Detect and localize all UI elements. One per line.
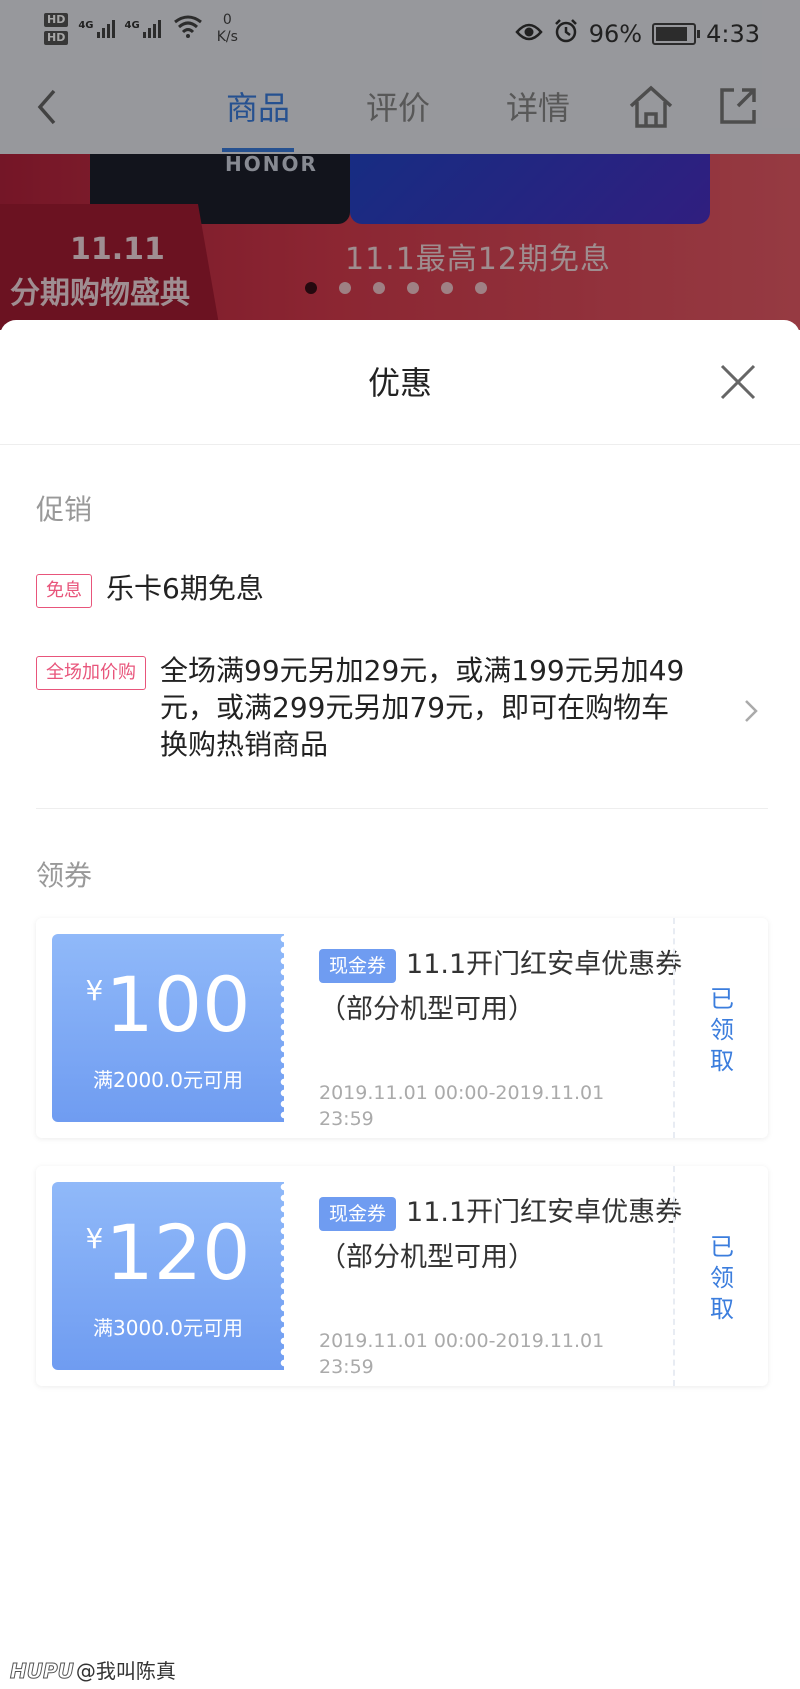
background-page: HD HD 4G 4G 0 K/s 96% 4:33 商品 评价 详情 HONO…: [0, 0, 800, 330]
promo-section-title: 促销: [36, 493, 93, 526]
claim-status: 已领取: [710, 985, 734, 1075]
dim-overlay[interactable]: [0, 0, 800, 330]
coupon-card: ¥120 满3000.0元可用 现金券 11.1开门红安卓优惠券（部分机型可用） …: [36, 1166, 768, 1386]
sheet-title: 优惠: [367, 364, 432, 402]
watermark-user: @我叫陈真: [75, 1659, 176, 1683]
coupon-amount: ¥120: [85, 1208, 251, 1297]
cash-coupon-tag: 现金券: [319, 1196, 397, 1231]
coupon-condition: 满2000.0元可用: [93, 1068, 243, 1092]
coupon-separator: [673, 918, 675, 1138]
coupon-validity: 2019.11.01 00:00-2019.11.01 23:59: [319, 1330, 605, 1378]
coupon-section-title: 领券: [36, 859, 93, 892]
coupon-separator: [673, 1166, 675, 1386]
claim-button[interactable]: 已领取: [676, 918, 768, 1138]
claim-button[interactable]: 已领取: [676, 1166, 768, 1386]
promo-text: 全场满99元另加29元，或满199元另加49元，或满299元另加79元，即可在购…: [160, 654, 685, 761]
cash-coupon-tag: 现金券: [319, 948, 397, 983]
divider: [36, 808, 768, 809]
watermark-brand: HUPU: [10, 1659, 75, 1684]
promo-tag: 免息: [36, 574, 92, 608]
discount-sheet: 优惠 促销 免息 乐卡6期免息 全场加价购 全场满99元另加29元，或满199元…: [0, 320, 800, 1689]
coupon-card: ¥100 满2000.0元可用 现金券 11.1开门红安卓优惠券（部分机型可用） …: [36, 918, 768, 1138]
promo-item: 免息 乐卡6期免息: [36, 572, 764, 608]
coupon-amount: ¥100: [85, 960, 251, 1049]
claim-status: 已领取: [710, 1233, 734, 1323]
promo-tag: 全场加价购: [36, 656, 146, 690]
sheet-header: 优惠: [0, 320, 800, 445]
watermark: HUPU @我叫陈真: [10, 1655, 176, 1684]
coupon-value-panel: ¥100 满2000.0元可用: [52, 934, 289, 1122]
chevron-right-icon: [742, 696, 760, 726]
close-icon[interactable]: [718, 362, 758, 402]
coupon-condition: 满3000.0元可用: [93, 1316, 243, 1340]
coupon-info: 现金券 11.1开门红安卓优惠券（部分机型可用） 2019.11.01 00:00…: [319, 1190, 689, 1378]
promo-item[interactable]: 全场加价购 全场满99元另加29元，或满199元另加49元，或满299元另加79…: [36, 654, 764, 763]
coupon-info: 现金券 11.1开门红安卓优惠券（部分机型可用） 2019.11.01 00:00…: [319, 942, 689, 1130]
coupon-value-panel: ¥120 满3000.0元可用: [52, 1182, 289, 1370]
promo-text: 乐卡6期免息: [106, 572, 264, 605]
coupon-validity: 2019.11.01 00:00-2019.11.01 23:59: [319, 1082, 605, 1130]
